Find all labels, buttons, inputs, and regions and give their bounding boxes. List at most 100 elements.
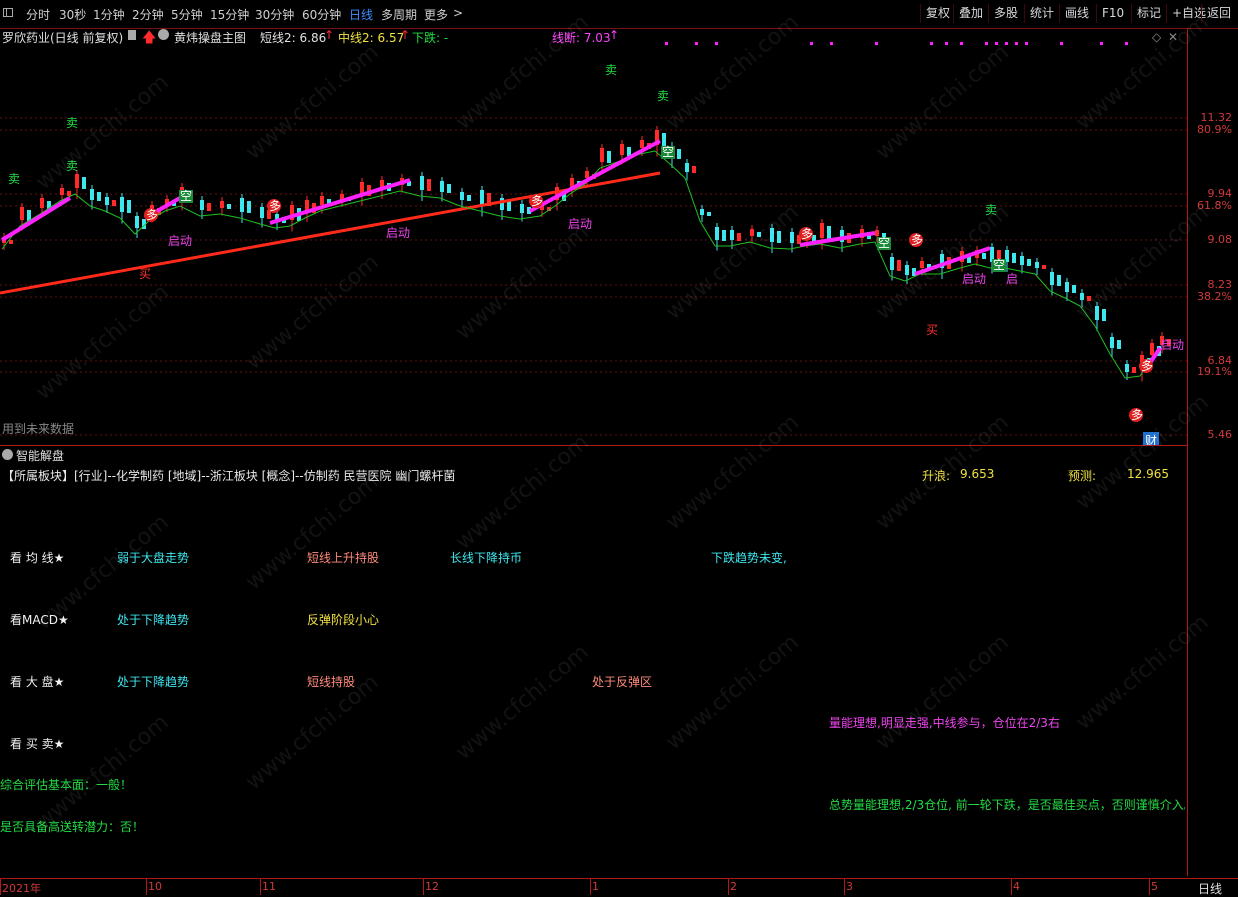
signal-dot: [830, 42, 833, 45]
candle-body: [620, 144, 624, 155]
candle-body: [507, 201, 511, 211]
date-axis-label: 2021年: [2, 882, 41, 895]
date-axis-label: 3: [846, 880, 853, 893]
empty-signal: 空: [662, 145, 674, 159]
signal-dot: [945, 42, 948, 45]
kline-chart-area[interactable]: 卖卖卖卖卖卖买买启动 启动 启动 启动 启动启空空空空多多多多多多多财: [0, 28, 1188, 446]
candle-body: [640, 140, 644, 148]
candle-body: [1117, 340, 1121, 349]
trend-note: 总势量能理想,2/3仓位, 前一轮下跌，是否最佳买点，否则谨慎介入。: [829, 798, 1185, 812]
candle-body: [105, 197, 109, 205]
candle-body: [722, 230, 726, 241]
candle-body: [1012, 253, 1016, 263]
more-signal: 多: [1141, 359, 1153, 373]
signal-dot: [1015, 42, 1018, 45]
date-axis-label: 5: [1151, 880, 1158, 893]
buy-signal: 买: [139, 267, 151, 281]
up-arrow-icon: 🡅: [142, 30, 157, 46]
period-tab[interactable]: 1分钟: [93, 6, 125, 23]
window-toggle-icon[interactable]: [3, 8, 13, 17]
candle-body: [1057, 275, 1061, 286]
empty-signal: 空: [180, 189, 192, 203]
price-axis: 11.32 80.9% 9.94 61.8% 9.08 8.23 38.2% 6.84 19.1…: [1188, 28, 1238, 445]
toolbar-button[interactable]: 复权: [920, 4, 955, 23]
candle-body: [520, 204, 524, 213]
candle-body: [75, 174, 79, 188]
candle-body: [127, 200, 131, 213]
signal-dot: [715, 42, 718, 45]
smart-analysis-panel: 智能解盘 【所属板块】[行业]--化学制药 [地域]--浙江板块 [概念]--仿…: [0, 446, 1188, 876]
period-tab[interactable]: 分时: [26, 6, 50, 23]
candle-body: [67, 191, 71, 196]
period-indicator[interactable]: 日线: [1198, 880, 1222, 897]
candle-body: [220, 201, 224, 208]
candle-body: [700, 209, 704, 215]
toolbar-button[interactable]: F10: [1096, 4, 1129, 23]
more-signal: 多: [801, 227, 813, 241]
candle-body: [982, 253, 986, 259]
candle-body: [260, 207, 264, 218]
candle-body: [240, 198, 244, 212]
period-tab[interactable]: 5分钟: [171, 6, 203, 23]
more-arrow-icon[interactable]: >: [453, 6, 463, 20]
period-tab[interactable]: 30秒: [59, 6, 86, 23]
candle-body: [427, 179, 431, 191]
settings-icon[interactable]: [128, 30, 136, 40]
candle-body: [820, 223, 824, 238]
empty-signal: 空: [993, 258, 1005, 272]
candle-body: [897, 260, 901, 271]
short-up-arrow-icon: ↑: [324, 28, 335, 42]
date-tick: [1011, 879, 1012, 895]
candle-body: [607, 151, 611, 163]
start-signal: 启动: [168, 234, 192, 248]
signal-dot: [1025, 42, 1028, 45]
period-tab[interactable]: 多周期: [381, 6, 417, 23]
signal-dot: [1125, 42, 1128, 45]
candle-body: [1072, 285, 1076, 293]
row-market-a: 处于下降趋势: [117, 675, 190, 689]
date-tick: [260, 879, 261, 895]
price-axis-label: 19.1%: [1197, 365, 1232, 378]
date-tick: [844, 879, 845, 895]
date-axis-label: 10: [148, 880, 162, 893]
candle-body: [1027, 259, 1031, 266]
period-tab[interactable]: 日线: [349, 6, 373, 23]
sell-signal: 卖: [657, 89, 669, 103]
candle-body: [480, 190, 484, 205]
date-axis-label: 11: [262, 880, 276, 893]
break-up-arrow-icon: ↑: [609, 28, 620, 42]
candle-body: [207, 203, 211, 211]
candle-body: [692, 166, 696, 173]
candle-body: [40, 198, 44, 208]
high-transfer-note: 是否具备高送转潜力：否！: [0, 820, 145, 834]
panel-collapse-icon[interactable]: [2, 449, 13, 460]
toolbar-button[interactable]: 画线: [1059, 4, 1094, 23]
candle-body: [730, 230, 734, 240]
stock-name[interactable]: 罗欣药业(日线 前复权): [2, 29, 123, 46]
start-signal: 启动: [386, 226, 410, 240]
period-tab[interactable]: 30分钟: [255, 6, 294, 23]
price-axis-label: 38.2%: [1197, 290, 1232, 303]
row-macd-a: 处于下降趋势: [117, 613, 190, 627]
date-tick: [423, 879, 424, 895]
period-tab[interactable]: 更多: [424, 6, 448, 23]
period-tab[interactable]: 60分钟: [302, 6, 341, 23]
dropdown-icon[interactable]: [158, 29, 169, 40]
toolbar-button[interactable]: 标记: [1131, 4, 1166, 23]
date-axis-label: 12: [425, 880, 439, 893]
indicator-name[interactable]: 黄炜操盘主图: [174, 29, 246, 46]
period-tab[interactable]: 15分钟: [210, 6, 249, 23]
candle-body: [600, 148, 604, 162]
date-tick: [1149, 879, 1150, 895]
toolbar-button[interactable]: 多股: [988, 4, 1023, 23]
panel-title: 智能解盘: [16, 449, 65, 463]
row-macd-b: 反弹阶段小心: [307, 613, 380, 627]
sell-signal: 卖: [8, 172, 20, 186]
candle-body: [120, 197, 124, 212]
toolbar-button[interactable]: 叠加: [953, 4, 988, 23]
toolbar-button[interactable]: 统计: [1024, 4, 1059, 23]
period-tab[interactable]: 2分钟: [132, 6, 164, 23]
candle-body: [247, 201, 251, 213]
candle-body: [890, 257, 894, 270]
date-tick: [728, 879, 729, 895]
